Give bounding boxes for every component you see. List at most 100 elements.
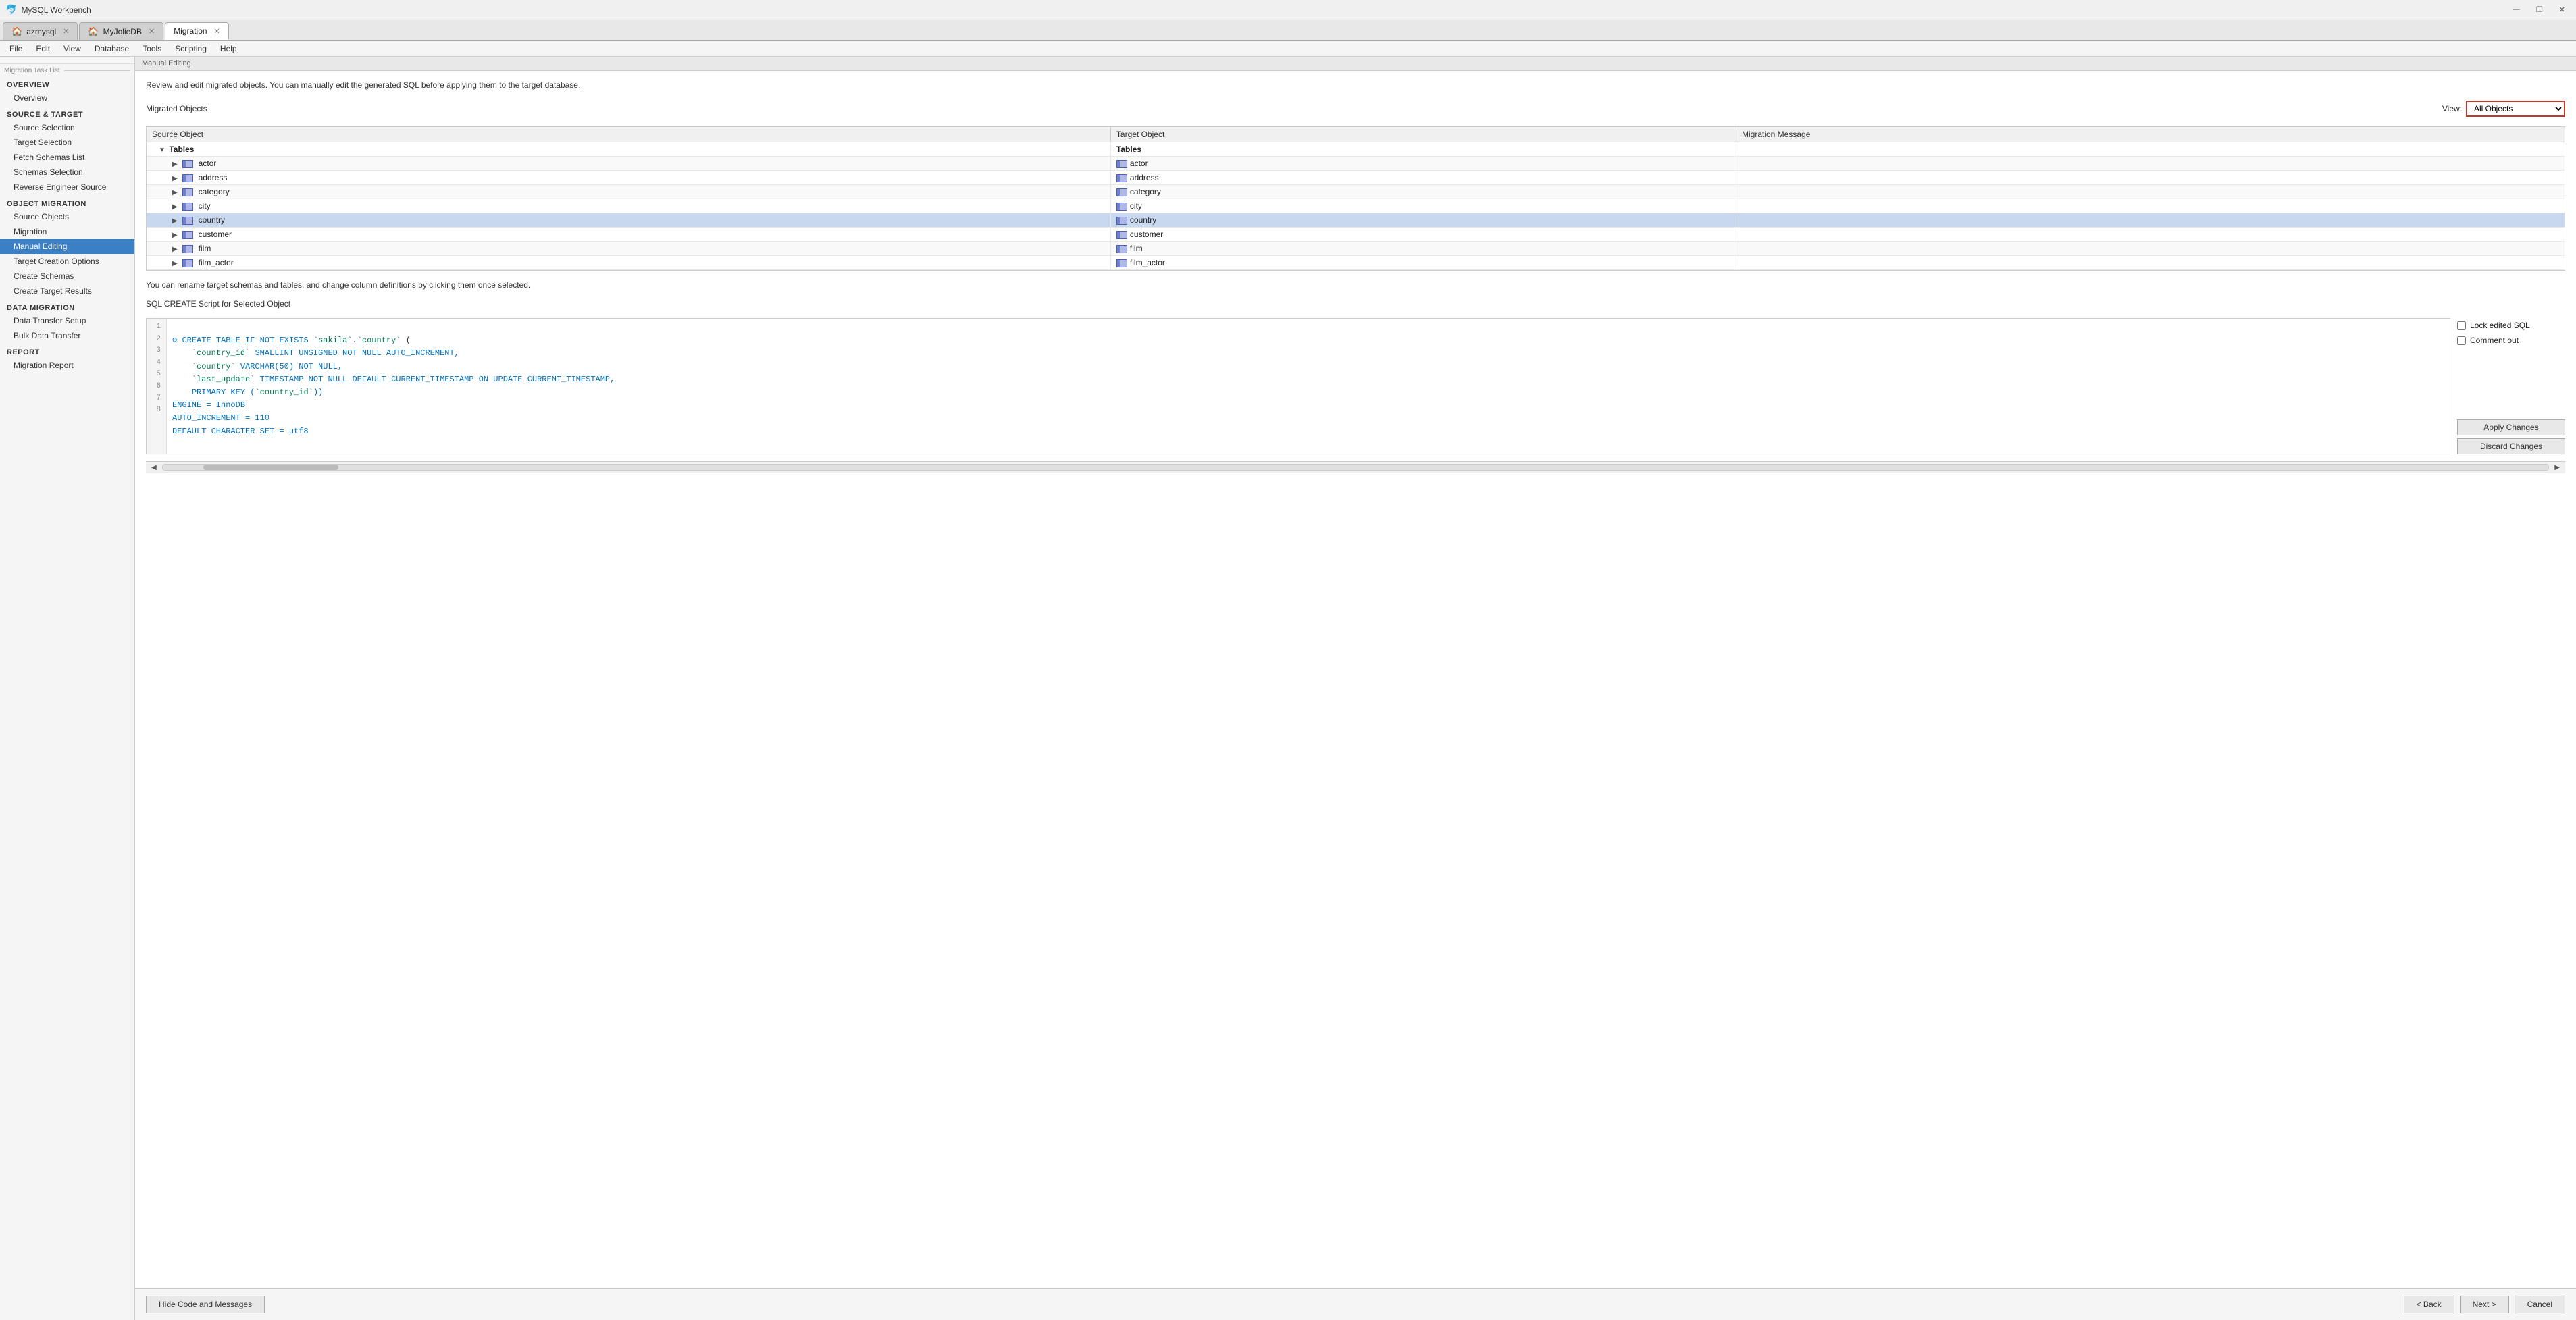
migrated-objects-header: Migrated Objects View: All Objects Colum…	[146, 101, 2565, 117]
minimize-button[interactable]: —	[2507, 4, 2525, 16]
tab-azmysql-close[interactable]: ✕	[63, 27, 69, 36]
table-row[interactable]: ▶ address address	[147, 171, 2565, 185]
maximize-button[interactable]: ❐	[2531, 4, 2548, 16]
menu-tools[interactable]: Tools	[136, 43, 168, 55]
tree-arrow[interactable]: ▶	[172, 246, 180, 253]
comment-out-label: Comment out	[2470, 336, 2519, 345]
panel-title: Manual Editing	[135, 57, 2576, 71]
tab-migration-label: Migration	[174, 26, 207, 36]
table-cell-message	[1736, 256, 2565, 270]
sidebar-item-source-selection[interactable]: Source Selection	[0, 120, 134, 135]
line-num-1: 1	[152, 321, 161, 334]
tree-arrow[interactable]: ▶	[172, 260, 180, 267]
tab-migration[interactable]: Migration ✕	[165, 22, 229, 40]
tree-arrow[interactable]: ▶	[172, 161, 180, 168]
next-button[interactable]: Next >	[2460, 1296, 2509, 1313]
tab-azmysql-label: azmysql	[26, 27, 56, 36]
close-button[interactable]: ✕	[2554, 4, 2571, 16]
table-cell-message	[1736, 171, 2565, 185]
sidebar-item-schemas-selection[interactable]: Schemas Selection	[0, 165, 134, 180]
sidebar-item-target-selection[interactable]: Target Selection	[0, 135, 134, 150]
apply-changes-button[interactable]: Apply Changes	[2457, 419, 2565, 435]
tree-arrow[interactable]: ▶	[172, 232, 180, 239]
scroll-track[interactable]	[162, 464, 2550, 471]
table-row[interactable]: ▶ city city	[147, 199, 2565, 213]
col-target-object: Target Object	[1110, 127, 1736, 142]
table-icon	[1116, 245, 1127, 253]
table-cell-target: film_actor	[1110, 256, 1736, 270]
sidebar: Migration Task List OVERVIEW Overview SO…	[0, 57, 135, 1320]
tree-arrow[interactable]: ▶	[172, 175, 180, 182]
table-icon	[182, 160, 193, 168]
app-title: MySQL Workbench	[21, 5, 2506, 15]
sidebar-item-source-objects[interactable]: Source Objects	[0, 209, 134, 224]
scroll-left-arrow[interactable]: ◀	[149, 464, 159, 471]
sidebar-item-reverse-engineer-source[interactable]: Reverse Engineer Source	[0, 180, 134, 194]
lock-edited-sql-label: Lock edited SQL	[2470, 321, 2530, 330]
sidebar-item-create-target-results[interactable]: Create Target Results	[0, 284, 134, 298]
table-cell-source: ▶ customer	[147, 228, 1110, 242]
menu-edit[interactable]: Edit	[29, 43, 57, 55]
main-layout: Migration Task List OVERVIEW Overview SO…	[0, 57, 2576, 1320]
tab-myjoliedb-close[interactable]: ✕	[149, 27, 155, 36]
tab-home-icon: 🏠	[11, 26, 22, 37]
lock-edited-sql-checkbox[interactable]	[2457, 321, 2466, 330]
table-row[interactable]: ▶ film film	[147, 242, 2565, 256]
table-row[interactable]: ▶ customer customer	[147, 228, 2565, 242]
tab-migration-close[interactable]: ✕	[214, 27, 220, 36]
table-cell-source: ▶ country	[147, 213, 1110, 228]
table-row[interactable]: ▼ Tables Tables	[147, 142, 2565, 157]
table-cell-message	[1736, 199, 2565, 213]
comment-out-checkbox[interactable]	[2457, 336, 2466, 345]
table-cell-message	[1736, 213, 2565, 228]
sidebar-item-migration-report[interactable]: Migration Report	[0, 358, 134, 373]
discard-changes-button[interactable]: Discard Changes	[2457, 438, 2565, 454]
tab-bar: 🏠 azmysql ✕ 🏠 MyJolieDB ✕ Migration ✕	[0, 20, 2576, 41]
cancel-button[interactable]: Cancel	[2515, 1296, 2565, 1313]
line-num-4: 4	[152, 357, 161, 369]
view-dropdown-container: View: All Objects Column Mappings Migrat…	[2442, 101, 2565, 117]
table-row[interactable]: ▶ category category	[147, 185, 2565, 199]
line-num-3: 3	[152, 345, 161, 357]
table-cell-target: category	[1110, 185, 1736, 199]
scroll-thumb[interactable]	[203, 465, 338, 470]
sidebar-item-create-schemas[interactable]: Create Schemas	[0, 269, 134, 284]
tree-arrow[interactable]: ▶	[172, 189, 180, 196]
table-cell-source: ▶ city	[147, 199, 1110, 213]
content-body: Review and edit migrated objects. You ca…	[135, 71, 2576, 1288]
sidebar-item-migration[interactable]: Migration	[0, 224, 134, 239]
sql-sidebar: Lock edited SQL Comment out Apply Change…	[2457, 318, 2565, 454]
objects-table: Source Object Target Object Migration Me…	[147, 127, 2565, 270]
menu-database[interactable]: Database	[88, 43, 136, 55]
table-row[interactable]: ▶ film_actor film_actor	[147, 256, 2565, 270]
sidebar-item-bulk-data-transfer[interactable]: Bulk Data Transfer	[0, 328, 134, 343]
sidebar-item-overview[interactable]: Overview	[0, 90, 134, 105]
menu-bar: File Edit View Database Tools Scripting …	[0, 41, 2576, 57]
table-cell-target: Tables	[1110, 142, 1736, 157]
table-row[interactable]: ▶ actor actor	[147, 157, 2565, 171]
menu-view[interactable]: View	[57, 43, 88, 55]
hide-code-button[interactable]: Hide Code and Messages	[146, 1296, 265, 1313]
table-cell-message	[1736, 185, 2565, 199]
tree-arrow[interactable]: ▼	[159, 147, 167, 154]
tab-myjoliedb[interactable]: 🏠 MyJolieDB ✕	[79, 22, 163, 40]
tree-arrow[interactable]: ▶	[172, 217, 180, 225]
menu-scripting[interactable]: Scripting	[168, 43, 213, 55]
sidebar-item-target-creation-options[interactable]: Target Creation Options	[0, 254, 134, 269]
sql-content[interactable]: ⊖ CREATE TABLE IF NOT EXISTS `sakila`.`c…	[167, 319, 620, 454]
sidebar-header: Migration Task List	[0, 63, 134, 76]
scroll-right-arrow[interactable]: ▶	[2552, 464, 2562, 471]
sidebar-item-manual-editing[interactable]: Manual Editing	[0, 239, 134, 254]
tree-arrow[interactable]: ▶	[172, 203, 180, 211]
back-button[interactable]: < Back	[2404, 1296, 2454, 1313]
objects-table-container: Source Object Target Object Migration Me…	[146, 126, 2565, 271]
table-row[interactable]: ▶ country country	[147, 213, 2565, 228]
menu-file[interactable]: File	[3, 43, 29, 55]
tab-azmysql[interactable]: 🏠 azmysql ✕	[3, 22, 78, 40]
sidebar-item-fetch-schemas-list[interactable]: Fetch Schemas List	[0, 150, 134, 165]
menu-help[interactable]: Help	[213, 43, 244, 55]
sidebar-item-data-transfer-setup[interactable]: Data Transfer Setup	[0, 313, 134, 328]
horizontal-scrollbar[interactable]: ◀ ▶	[146, 461, 2565, 473]
sql-editor[interactable]: 1 2 3 4 5 6 7 8 ⊖ CREATE TABLE IF NOT EX…	[146, 318, 2450, 454]
view-select[interactable]: All Objects Column Mappings Migration Is…	[2466, 101, 2565, 117]
